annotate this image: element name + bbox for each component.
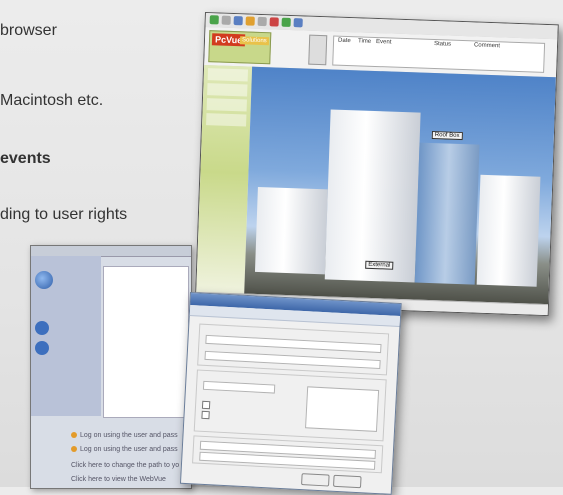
dropdown-field[interactable] bbox=[202, 380, 276, 394]
globe-icon bbox=[35, 271, 53, 289]
building-tower bbox=[324, 109, 421, 283]
info-line[interactable]: Click here to view the WebVue bbox=[71, 476, 166, 483]
feature-line-macintosh: Macintosh etc. bbox=[0, 92, 104, 109]
building-synoptic[interactable]: Roof Box External bbox=[244, 66, 556, 306]
listbox-field[interactable] bbox=[305, 386, 380, 432]
building-right-block bbox=[476, 174, 541, 287]
feature-line-user-rights: ding to user rights bbox=[0, 206, 128, 223]
sidebar-item[interactable] bbox=[206, 98, 247, 112]
column-header: Comment bbox=[473, 42, 501, 50]
toolbar-icon[interactable] bbox=[281, 17, 291, 27]
building-view-screenshot: PcVue Solutions Date Time Event Status C… bbox=[194, 12, 559, 317]
group-box bbox=[192, 435, 384, 474]
sidebar-item[interactable] bbox=[207, 68, 249, 82]
roof-label[interactable]: Roof Box bbox=[431, 130, 463, 141]
toolbar-icon[interactable] bbox=[233, 16, 243, 26]
building-left-block bbox=[254, 186, 328, 275]
sidebar-item[interactable] bbox=[206, 113, 247, 127]
sidebar-item[interactable] bbox=[207, 83, 248, 97]
toolbar-icon[interactable] bbox=[209, 15, 219, 25]
checkbox[interactable] bbox=[201, 410, 210, 420]
nav-buttons[interactable] bbox=[308, 34, 328, 66]
cancel-button[interactable] bbox=[333, 474, 362, 489]
column-header: Time bbox=[357, 38, 372, 45]
column-header: Date bbox=[337, 37, 351, 45]
info-line: Log on using the user and pass bbox=[71, 446, 178, 453]
warning-bullet-icon bbox=[71, 432, 77, 439]
logo-subtitle: Solutions bbox=[239, 36, 269, 46]
settings-dialog-screenshot bbox=[179, 292, 402, 495]
external-label[interactable]: External bbox=[365, 260, 394, 270]
column-header: Event bbox=[375, 38, 392, 46]
building-glass-wing bbox=[414, 142, 480, 285]
back-arrow-icon[interactable] bbox=[35, 321, 49, 335]
config-tree-panel bbox=[103, 266, 189, 418]
info-line[interactable]: Click here to change the path to yo bbox=[71, 462, 179, 469]
toolbar-icon[interactable] bbox=[221, 15, 231, 25]
group-box bbox=[197, 323, 390, 376]
rewind-icon[interactable] bbox=[35, 341, 49, 355]
toolbar-icon[interactable] bbox=[269, 17, 279, 27]
alarm-list-header: Date Time Event Status Comment bbox=[332, 35, 546, 73]
info-line: Log on using the user and pass bbox=[71, 432, 178, 439]
warning-bullet-icon bbox=[71, 446, 77, 453]
ok-button[interactable] bbox=[301, 473, 330, 487]
config-window-screenshot: Log on using the user and pass Log on us… bbox=[30, 245, 192, 489]
text-field[interactable] bbox=[205, 334, 382, 354]
column-header: Status bbox=[433, 41, 452, 48]
toolbar-icon[interactable] bbox=[245, 16, 255, 26]
logo-panel: PcVue Solutions bbox=[208, 30, 272, 65]
toolbar-icon[interactable] bbox=[293, 18, 303, 28]
toolbar-icon[interactable] bbox=[257, 16, 267, 27]
navigation-sidebar bbox=[195, 65, 253, 305]
feature-line-events: events bbox=[0, 150, 51, 167]
feature-line-browser: browser bbox=[0, 22, 57, 39]
text-field[interactable] bbox=[204, 350, 381, 370]
checkbox[interactable] bbox=[201, 400, 211, 410]
group-box bbox=[193, 369, 387, 442]
